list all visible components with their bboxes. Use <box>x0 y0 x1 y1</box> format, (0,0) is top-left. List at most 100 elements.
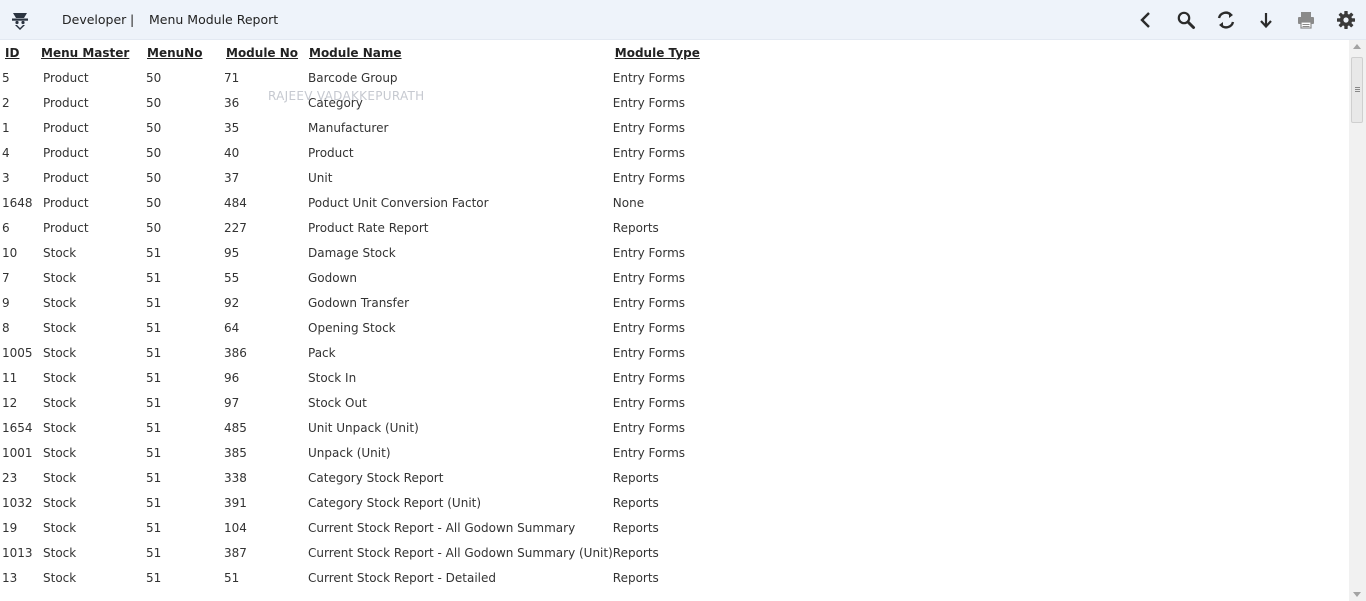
table-row[interactable]: 8 Stock 51 64 Opening Stock Entry Forms <box>0 315 813 340</box>
cell-id: 8 <box>2 320 10 335</box>
table-row[interactable]: 13 Stock 51 51 Current Stock Report - Detail… <box>0 565 813 590</box>
cell-module-type: Entry Forms <box>612 295 686 310</box>
table-row[interactable]: 1648 Product 50 484 Poduct Unit Conversion F… <box>0 190 813 215</box>
table-row[interactable]: 1032 Stock 51 391 Category Stock Report (Uni… <box>0 490 813 515</box>
cell-module-no: 338 <box>224 470 247 485</box>
table-row[interactable]: 5 Product 50 71 Barcode Group Entry Forms <box>0 65 813 90</box>
cell-module-type: Entry Forms <box>612 445 686 460</box>
table-row[interactable]: 4 Product 50 40 Product Entry Forms <box>0 140 813 165</box>
table-row[interactable]: 19 Stock 51 104 Current Stock Report - All G… <box>0 515 813 540</box>
cell-menu-no: 51 <box>146 395 162 410</box>
table-row[interactable]: 11 Stock 51 96 Stock In Entry Forms <box>0 365 813 390</box>
scroll-up-arrow-icon[interactable] <box>1353 44 1361 49</box>
cell-module-no: 92 <box>224 295 240 310</box>
cell-id: 7 <box>2 270 10 285</box>
column-header-id[interactable]: ID <box>0 40 39 65</box>
cell-menu-master: Product <box>43 70 89 85</box>
cell-menu-master: Stock <box>43 345 77 360</box>
column-header-menu-no[interactable]: MenuNo <box>140 40 218 65</box>
cell-id: 13 <box>2 570 18 585</box>
cell-id: 1648 <box>2 195 33 210</box>
table-row[interactable]: 23 Stock 51 338 Category Stock Report Reports <box>0 465 813 490</box>
cell-module-type: Reports <box>612 470 659 485</box>
cell-menu-no: 51 <box>146 320 162 335</box>
refresh-button[interactable] <box>1216 10 1236 30</box>
cell-menu-master: Stock <box>43 295 77 310</box>
table-row[interactable]: 1 Product 50 35 Manufacturer Entry Forms <box>0 115 813 140</box>
cell-menu-master: Product <box>43 95 89 110</box>
cell-menu-no: 51 <box>146 245 162 260</box>
grip-line <box>1355 91 1360 92</box>
cell-menu-no: 51 <box>146 520 162 535</box>
download-icon <box>1260 13 1272 29</box>
cell-menu-master: Stock <box>43 420 77 435</box>
table-row[interactable]: 6 Product 50 227 Product Rate Report Reports <box>0 215 813 240</box>
cell-id: 6 <box>2 220 10 235</box>
cell-menu-no: 50 <box>146 70 162 85</box>
cell-module-no: 385 <box>224 445 247 460</box>
cell-menu-no: 51 <box>146 270 162 285</box>
cell-module-name: Unpack (Unit) <box>308 445 391 460</box>
scroll-down-arrow-icon[interactable] <box>1353 592 1361 597</box>
column-header-module-name[interactable]: Module Name <box>306 40 613 65</box>
cell-menu-no: 51 <box>146 295 162 310</box>
cell-module-name: Manufacturer <box>308 120 389 135</box>
cell-id: 5 <box>2 70 10 85</box>
cell-menu-master: Stock <box>43 270 77 285</box>
home-icon[interactable] <box>9 9 31 31</box>
cell-module-no: 71 <box>224 70 240 85</box>
cell-id: 12 <box>2 395 18 410</box>
column-header-menu-master[interactable]: Menu Master <box>39 40 140 65</box>
cell-module-type: None <box>612 195 645 210</box>
menu-module-table: ID Menu Master MenuNo Module No Module N… <box>0 40 813 590</box>
cell-module-no: 55 <box>224 270 240 285</box>
cell-id: 1032 <box>2 495 33 510</box>
table-row[interactable]: 1005 Stock 51 386 Pack Entry Forms <box>0 340 813 365</box>
vertical-scrollbar[interactable] <box>1349 40 1366 601</box>
table-row[interactable]: 9 Stock 51 92 Godown Transfer Entry Forms <box>0 290 813 315</box>
cell-module-name: Category <box>308 95 363 110</box>
cell-menu-no: 50 <box>146 120 162 135</box>
column-header-module-type[interactable]: Module Type <box>613 40 813 65</box>
cell-module-type: Entry Forms <box>612 170 686 185</box>
scrollbar-thumb[interactable] <box>1351 57 1363 123</box>
table-row[interactable]: 1001 Stock 51 385 Unpack (Unit) Entry Forms <box>0 440 813 465</box>
cell-module-name: Product Rate Report <box>308 220 429 235</box>
search-button[interactable] <box>1176 10 1196 30</box>
cell-id: 3 <box>2 170 10 185</box>
table-row[interactable]: 1013 Stock 51 387 Current Stock Report - All… <box>0 540 813 565</box>
back-button[interactable] <box>1136 10 1156 30</box>
cell-module-no: 227 <box>224 220 247 235</box>
cell-module-type: Reports <box>612 520 659 535</box>
cell-module-no: 387 <box>224 545 247 560</box>
cell-module-no: 391 <box>224 495 247 510</box>
settings-button[interactable] <box>1336 10 1356 30</box>
cell-module-name: Current Stock Report - All Godown Summar… <box>308 545 613 560</box>
cell-module-no: 40 <box>224 145 240 160</box>
cell-menu-no: 50 <box>146 195 162 210</box>
cell-module-no: 485 <box>224 420 247 435</box>
table-row[interactable]: 12 Stock 51 97 Stock Out Entry Forms <box>0 390 813 415</box>
table-row[interactable]: 10 Stock 51 95 Damage Stock Entry Forms <box>0 240 813 265</box>
column-header-module-no[interactable]: Module No <box>218 40 306 65</box>
cell-id: 1 <box>2 120 10 135</box>
cell-menu-master: Stock <box>43 470 77 485</box>
table-row[interactable]: 2 Product 50 36 Category Entry Forms <box>0 90 813 115</box>
cell-id: 2 <box>2 95 10 110</box>
cell-menu-no: 51 <box>146 495 162 510</box>
cell-id: 10 <box>2 245 18 260</box>
cell-module-name: Godown <box>308 270 358 285</box>
table-header-row: ID Menu Master MenuNo Module No Module N… <box>0 40 813 65</box>
cell-menu-no: 51 <box>146 345 162 360</box>
print-button[interactable] <box>1296 10 1316 30</box>
cell-id: 23 <box>2 470 18 485</box>
table-row[interactable]: 3 Product 50 37 Unit Entry Forms <box>0 165 813 190</box>
table-row[interactable]: 1654 Stock 51 485 Unit Unpack (Unit) Entry Fo… <box>0 415 813 440</box>
cell-menu-no: 51 <box>146 545 162 560</box>
cell-menu-master: Product <box>43 145 89 160</box>
breadcrumb-user[interactable]: Developer <box>62 12 126 27</box>
cell-module-type: Entry Forms <box>612 70 686 85</box>
download-button[interactable] <box>1256 10 1276 30</box>
cell-module-name: Category Stock Report <box>308 470 444 485</box>
table-row[interactable]: 7 Stock 51 55 Godown Entry Forms <box>0 265 813 290</box>
